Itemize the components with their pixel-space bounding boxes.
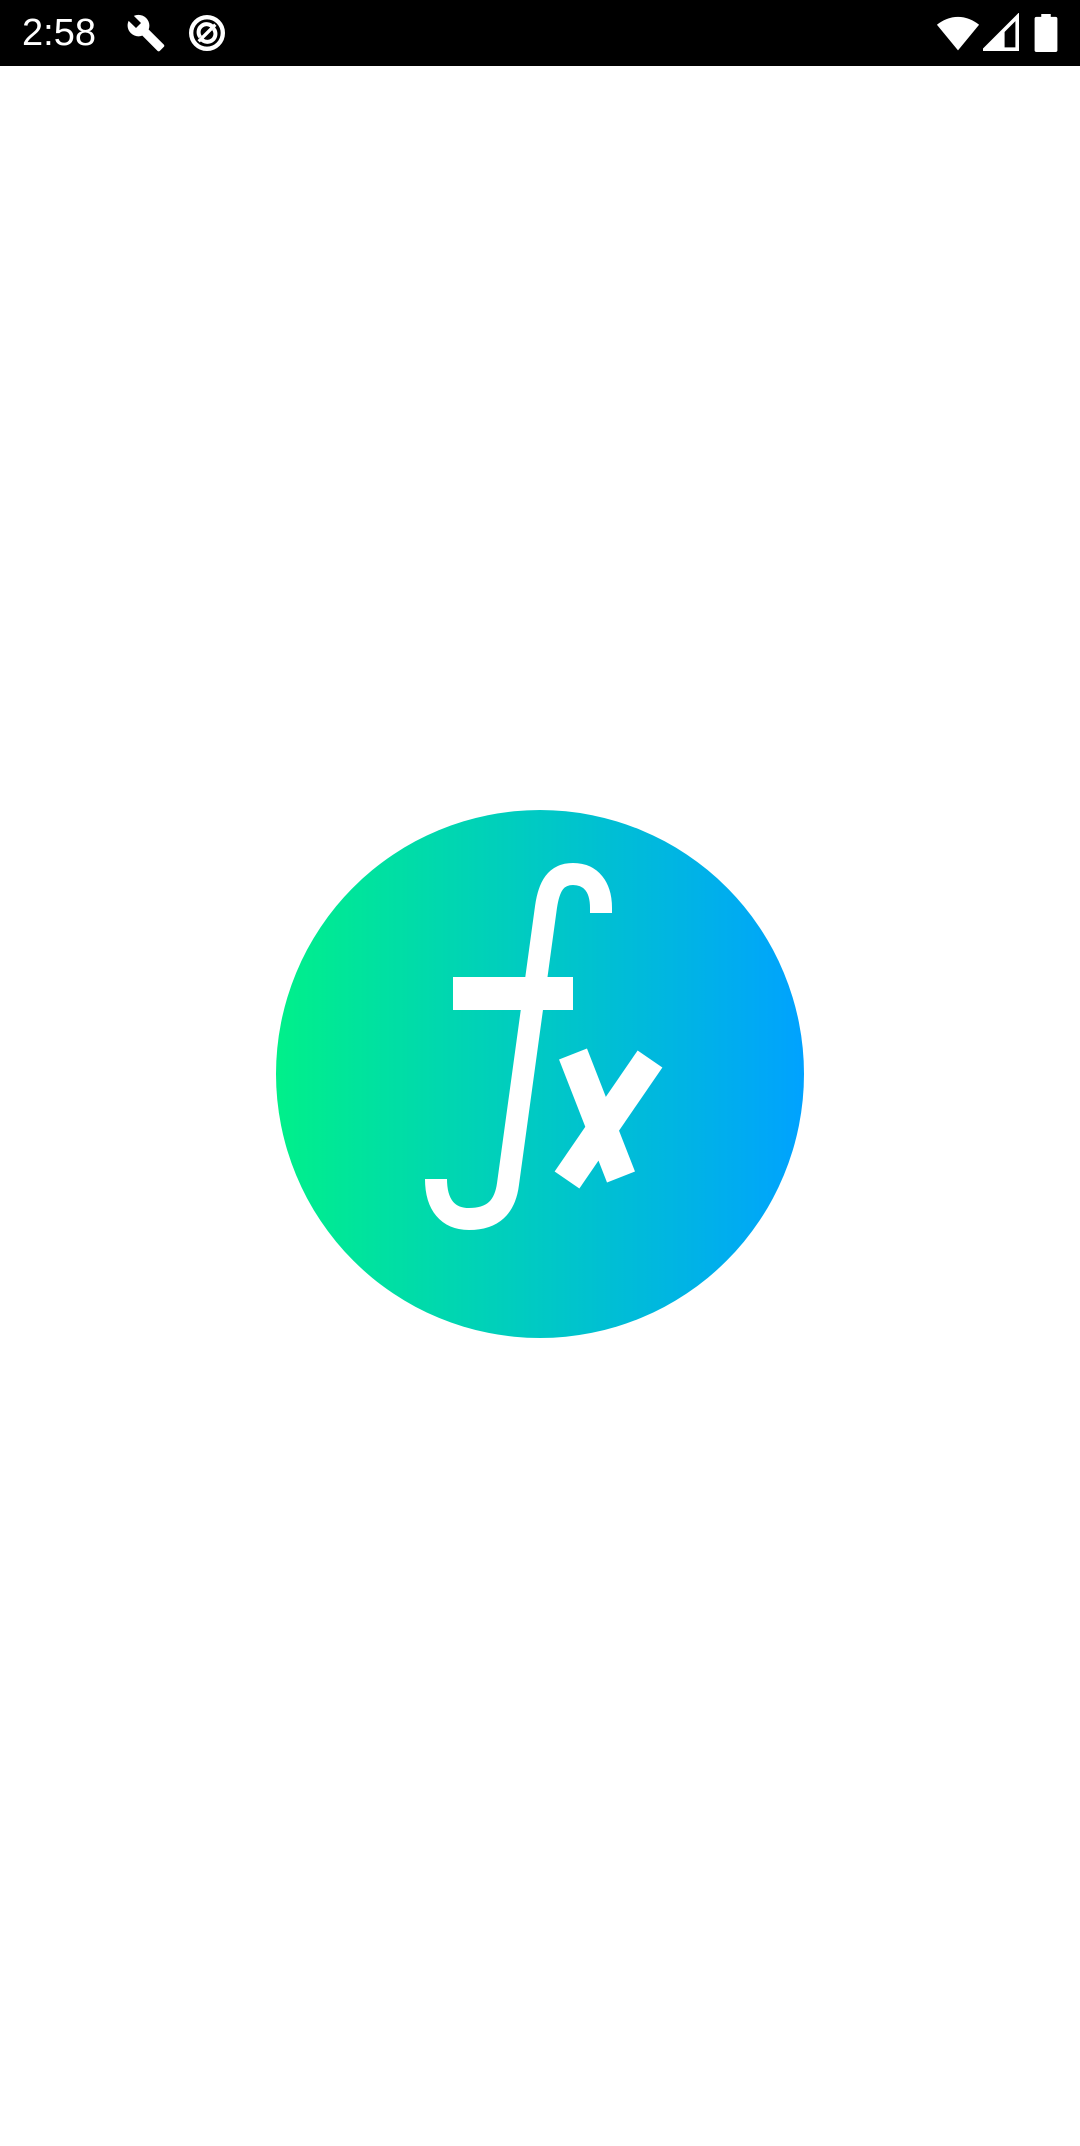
sync-icon xyxy=(187,13,227,53)
fx-function-logo-icon xyxy=(276,810,804,1338)
status-time: 2:58 xyxy=(22,12,96,54)
status-bar: 2:58 xyxy=(0,0,1080,66)
cellular-signal-icon xyxy=(983,13,1019,53)
wifi-icon xyxy=(936,13,980,53)
splash-screen: 2:58 xyxy=(0,0,1080,2146)
f-crossbar xyxy=(453,977,573,1010)
battery-icon xyxy=(1034,14,1058,52)
wrench-icon xyxy=(126,13,166,53)
